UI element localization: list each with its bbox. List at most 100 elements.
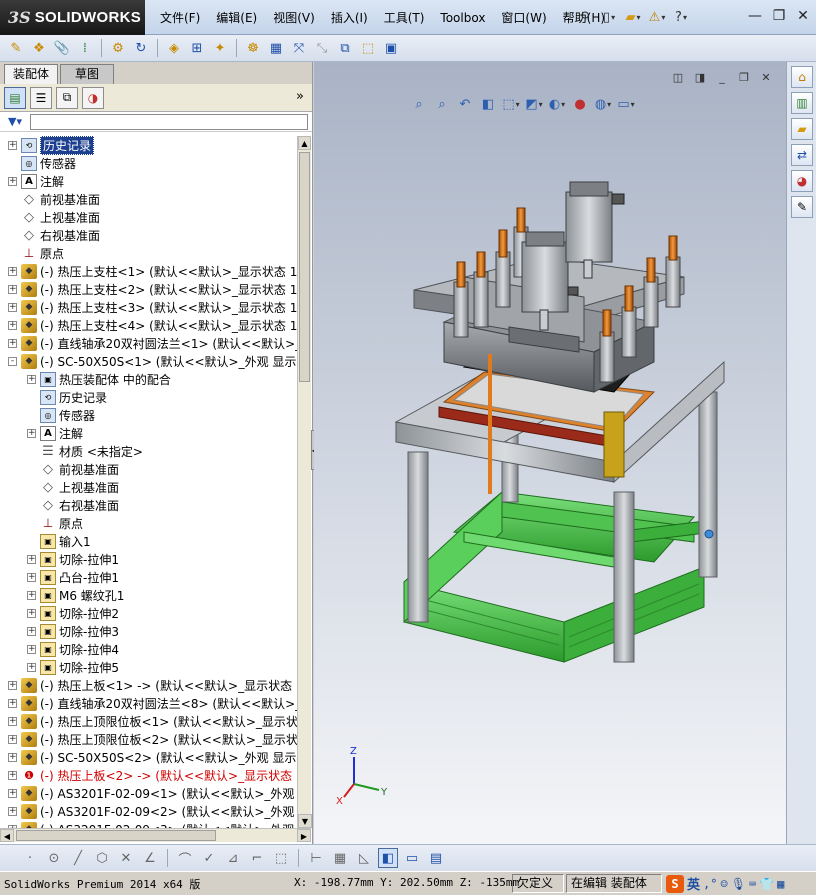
tree-item[interactable]: + ◆ (-) 直线轴承20双衬圆法兰<1> (默认<<默认>_显 [8, 334, 297, 352]
tree-item[interactable]: + ◆ (-) 热压上支柱<1> (默认<<默认>_显示状态 1> [8, 262, 297, 280]
menu-edit[interactable]: 编辑(E) [208, 9, 265, 27]
tree-item[interactable]: ◎ 传感器 [27, 406, 95, 424]
tree-item[interactable]: ◇ 前视基准面 [27, 460, 119, 478]
expand-icon[interactable]: + [8, 140, 17, 150]
tree-item[interactable]: + ◆ (-) 热压上板<1> -> (默认<<默认>_显示状态 1 [8, 676, 297, 694]
instant3d-icon[interactable]: ⬚ [358, 38, 378, 58]
expand-icon[interactable]: + [27, 554, 36, 564]
box-select-icon[interactable]: ⬚ [271, 848, 291, 868]
tree-item[interactable]: + ◆ (-) 热压上顶限位板<2> (默认<<默认>_显示状态 [8, 730, 297, 748]
scroll-up-icon[interactable]: ▲ [298, 136, 311, 150]
hscroll-thumb[interactable] [16, 830, 216, 841]
scroll-thumb[interactable] [299, 152, 310, 382]
tree-item[interactable]: + ▣ 切除-拉伸5 [27, 658, 119, 676]
file-explorer-icon[interactable]: ▰ [791, 118, 813, 140]
assembly-features-icon[interactable]: ⊞ [187, 38, 207, 58]
tree-item[interactable]: + ◆ (-) AS3201F-02-09<1> (默认<<默认>_外观 显示 [8, 784, 297, 802]
tree-item[interactable]: ▣ 输入1 [27, 532, 91, 550]
tree-item[interactable]: ⊥ 原点 [8, 244, 64, 262]
expand-icon[interactable]: + [8, 320, 17, 330]
tangent-arc-icon[interactable]: ⌒ [175, 848, 195, 868]
tree-item[interactable]: + ◆ (-) AS3201F-02-09<2> (默认<<默认>_外观 显示 [8, 802, 297, 820]
scroll-right-icon[interactable]: ▶ [297, 829, 311, 842]
trim-icon[interactable]: ✕ [116, 848, 136, 868]
filter-input[interactable] [30, 114, 308, 130]
explode-line-icon[interactable]: ⤡ [312, 38, 332, 58]
expand-icon[interactable]: + [8, 788, 17, 798]
tree-item[interactable]: ◇ 右视基准面 [27, 496, 119, 514]
scroll-down-icon[interactable]: ▼ [298, 814, 312, 828]
expand-icon[interactable]: + [27, 374, 36, 384]
view-palette-icon[interactable]: ⇄ [791, 144, 813, 166]
tree-item[interactable]: ⟲ 历史记录 [27, 388, 107, 406]
warning-icon[interactable]: ⚠ [647, 7, 667, 27]
tree-item[interactable]: + ◆ (-) SC-50X50S<2> (默认<<默认>_外观 显示状态 [8, 748, 297, 766]
restore-icon[interactable]: ❐ [770, 7, 788, 25]
solidworks-logo[interactable]: 3S SOLIDWORKS [0, 0, 145, 35]
home-icon[interactable]: ⌂ [791, 66, 813, 88]
tree-item[interactable]: + ◆ (-) 直线轴承20双衬圆法兰<8> (默认<<默认>_显 [8, 694, 297, 712]
expand-icon[interactable]: + [27, 662, 36, 672]
expand-icon[interactable]: + [8, 338, 17, 348]
menu-insert[interactable]: 插入(I) [323, 9, 376, 27]
tree-item[interactable]: + ◆ (-) 热压上支柱<4> (默认<<默认>_显示状态 1> [8, 316, 297, 334]
scroll-left-icon[interactable]: ◀ [0, 829, 14, 842]
graphics-area[interactable]: ◫ ◨ _ ❐ ✕ ⌕ ⌕ ↶ ◧ ⬚ ◩ ◐ ● ◍ ▭ [314, 62, 786, 844]
assembly-model[interactable]: Z Y X [314, 62, 786, 844]
smart-fasteners-icon[interactable]: ⚙ [108, 38, 128, 58]
mic-icon[interactable]: 🎙 [731, 877, 746, 891]
collapse-icon[interactable]: - [8, 356, 17, 366]
tree-item[interactable]: ◇ 前视基准面 [8, 190, 100, 208]
ime-language[interactable]: 英 [687, 874, 700, 893]
view-split-icon[interactable]: ▤ [426, 848, 446, 868]
tree-item[interactable]: + ⟲ 历史记录 [8, 136, 95, 155]
emoji-icon[interactable]: ☺ [720, 877, 727, 891]
expand-icon[interactable]: + [8, 734, 17, 744]
tree-vertical-scrollbar[interactable]: ▲ ▼ [297, 136, 312, 828]
linear-pattern-icon[interactable]: ⁞ [75, 38, 95, 58]
view-bar-icon[interactable]: ▭ [402, 848, 422, 868]
polygon-icon[interactable]: ⬡ [92, 848, 112, 868]
check-icon[interactable]: ✓ [199, 848, 219, 868]
tree-item[interactable]: ⊥ 原点 [27, 514, 83, 532]
move-component-icon[interactable]: ↻ [131, 38, 151, 58]
configuration-manager-icon[interactable]: ⧉ [56, 86, 78, 109]
expand-icon[interactable]: + [8, 716, 17, 726]
menu-file[interactable]: 文件(F) [152, 9, 208, 27]
tree-item[interactable]: ◇ 上视基准面 [8, 208, 100, 226]
tree-item[interactable]: + ◆ (-) 热压上支柱<2> (默认<<默认>_显示状态 1> [8, 280, 297, 298]
expand-icon[interactable]: + [27, 608, 36, 618]
expand-icon[interactable]: + [8, 680, 17, 690]
tree-horizontal-scrollbar[interactable]: ◀ ▶ [0, 828, 311, 842]
menu-tools[interactable]: 工具(T) [376, 9, 433, 27]
bill-of-materials-icon[interactable]: ▦ [266, 38, 286, 58]
interference-icon[interactable]: ⧉ [335, 38, 355, 58]
menu-view[interactable]: 视图(V) [265, 9, 323, 27]
expand-icon[interactable]: + [8, 698, 17, 708]
circle-icon[interactable]: ⊙ [44, 848, 64, 868]
filter-icon[interactable]: ▼▾ [8, 115, 22, 128]
tree-item[interactable]: ◎ 传感器 [8, 154, 76, 172]
expand-panel-icon[interactable]: » [296, 89, 304, 104]
tree-item[interactable]: + A 注解 [27, 424, 83, 442]
vertical-icon[interactable]: ⊿ [223, 848, 243, 868]
3d-box-icon[interactable]: ◧ [378, 848, 398, 868]
tree-item[interactable]: + ▣ 切除-拉伸2 [27, 604, 119, 622]
tree-item[interactable]: ◇ 右视基准面 [8, 226, 100, 244]
new-document-icon[interactable]: ▯ [599, 7, 619, 27]
tree-item[interactable]: +◆(-) AS3201F-02-09<3> (默认<<默认>_外观 显示 [8, 820, 297, 828]
appearances-icon[interactable]: ◕ [791, 170, 813, 192]
shirt-icon[interactable]: 👕 [759, 877, 774, 891]
tree-item[interactable]: + ▣ 切除-拉伸4 [27, 640, 119, 658]
expand-icon[interactable]: + [8, 770, 17, 780]
expand-icon[interactable]: + [27, 572, 36, 582]
expand-icon[interactable]: + [27, 644, 36, 654]
triangle-icon[interactable]: ◺ [354, 848, 374, 868]
tree-item[interactable]: + ▣ 凸台-拉伸1 [27, 568, 119, 586]
display-manager-icon[interactable]: ◑ [82, 86, 104, 109]
expand-icon[interactable]: + [8, 176, 17, 186]
tree-item[interactable]: + ◆ (-) 热压上支柱<3> (默认<<默认>_显示状态 1> [8, 298, 297, 316]
close-icon[interactable]: ✕ [794, 7, 812, 25]
tree-item[interactable]: - ◆ (-) SC-50X50S<1> (默认<<默认>_外观 显示状态 [8, 352, 297, 370]
tree-item[interactable]: ☰ 材质 <未指定> [27, 442, 143, 460]
